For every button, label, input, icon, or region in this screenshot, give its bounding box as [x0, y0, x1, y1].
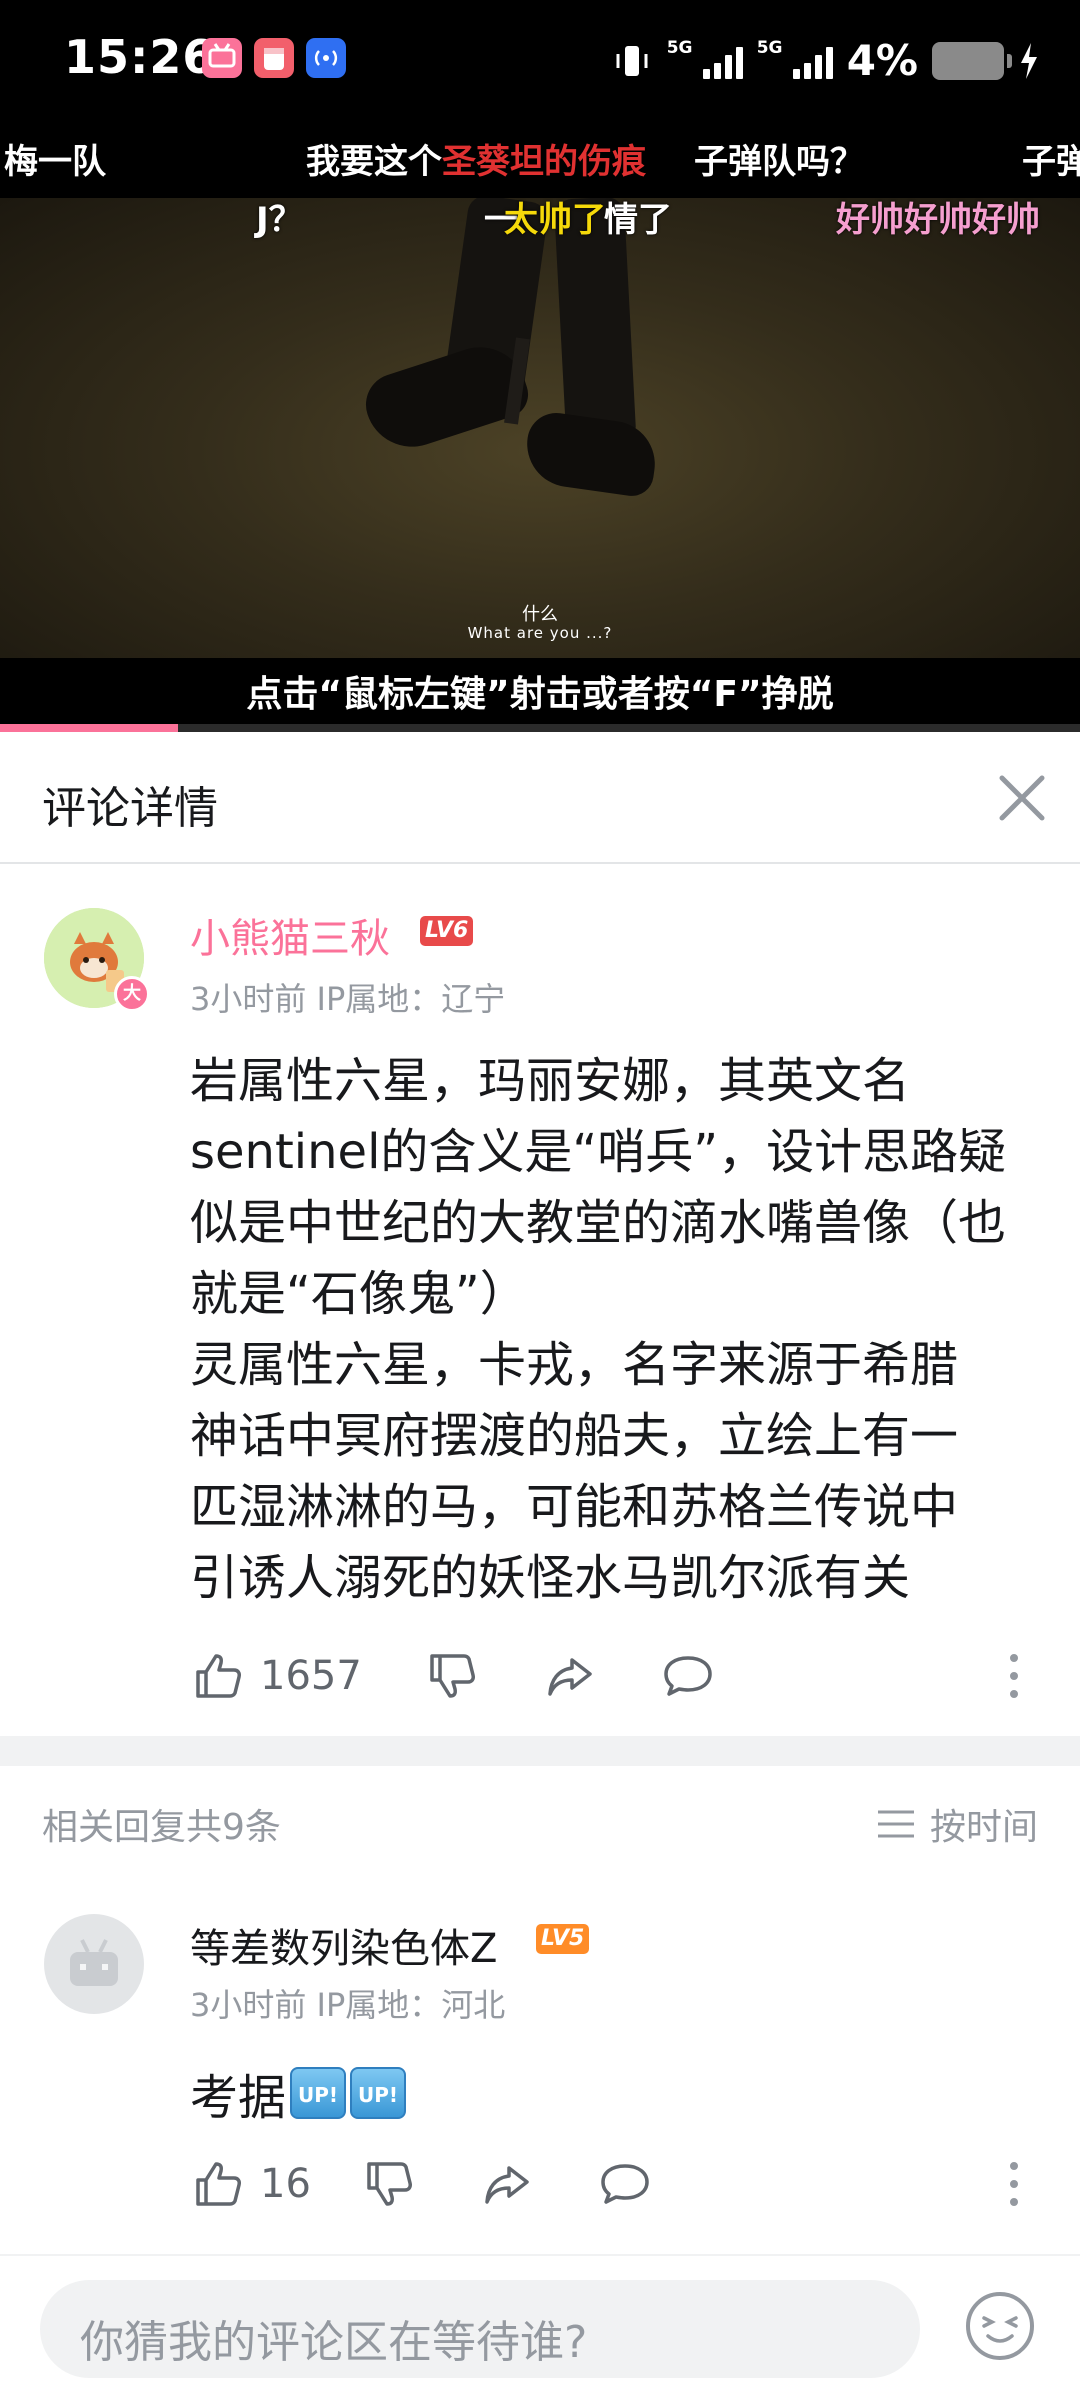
reply-content: 考据 UP! UP!: [190, 2058, 407, 2128]
hotspot-icon: [306, 38, 346, 78]
battery-icon: [932, 41, 1012, 80]
reply-actions: 16: [190, 2156, 653, 2212]
danmaku-item: 情了: [604, 200, 672, 240]
bilibili-app-icon: [202, 38, 242, 78]
network-type-1: 5G: [666, 37, 693, 58]
thumb-down-icon[interactable]: [424, 1648, 480, 1704]
avatar-badge: 大: [114, 976, 150, 1012]
emoji-icon[interactable]: [964, 2290, 1036, 2362]
avatar-badge-label: 大: [123, 983, 141, 1004]
reply-count-label: 相关回复共9条: [42, 1807, 281, 1848]
more-options-icon[interactable]: [1008, 2160, 1020, 2208]
reply-icon[interactable]: [597, 2156, 653, 2212]
status-right-group: 5G 5G 4%: [611, 36, 1040, 85]
danmaku-item: 子弹: [1022, 142, 1080, 182]
subtitle-chinese: 什么: [522, 604, 558, 625]
divider: [0, 2254, 1080, 2256]
up-emoji-icon: UP!: [350, 2067, 407, 2119]
sort-label: 按时间: [929, 1807, 1038, 1848]
comment-actions: 1657: [190, 1648, 716, 1704]
comment-input[interactable]: 你猜我的评论区在等待谁?: [40, 2280, 920, 2378]
sort-button[interactable]: 按时间: [876, 1798, 1038, 1850]
thumb-down-icon[interactable]: [361, 2156, 417, 2212]
video-player[interactable]: 梅一队 我要这个 圣葵坦的伤痕 子弹队吗？ 子弹 J？ 一 太帅了 情了 好帅好…: [0, 120, 1080, 732]
like-button[interactable]: 1657: [190, 1648, 362, 1704]
reply-like-button[interactable]: 16: [190, 2156, 311, 2212]
share-icon[interactable]: [479, 2156, 535, 2212]
vibrate-icon: [616, 45, 648, 76]
page-title: 评论详情: [42, 783, 218, 834]
status-bar: 15:26 5G 5G 4%: [0, 0, 1080, 120]
comment-content: 岩属性六星，玛丽安娜，其英文名 sentinel的含义是“哨兵”，设计思路疑 似…: [190, 1053, 1007, 1606]
signal-2-icon: 5G: [757, 39, 833, 79]
comment-input-placeholder: 你猜我的评论区在等待谁?: [80, 2317, 588, 2368]
interaction-hint: 点击“鼠标左键”射击或者按“F”挣脱: [246, 674, 834, 715]
sort-icon: [877, 1810, 914, 1838]
reply-username[interactable]: 等差数列染色体Z: [190, 1916, 497, 1974]
comment-username[interactable]: 小熊猫三秋: [190, 906, 390, 964]
share-icon[interactable]: [542, 1648, 598, 1704]
danmaku-item: J？: [256, 200, 303, 240]
video-frame: [0, 193, 1080, 658]
video-progress-fill: [0, 724, 179, 732]
danmaku-item: 我要这个: [306, 142, 442, 182]
status-time: 15:26: [64, 30, 216, 84]
signal-1-icon: 5G: [667, 39, 743, 79]
thumb-up-icon: [196, 1654, 241, 1698]
danmaku-item: 太帅了: [504, 200, 606, 240]
reply-avatar[interactable]: [44, 1914, 144, 2014]
section-divider: [0, 1736, 1080, 1766]
thumb-up-icon: [196, 2162, 241, 2206]
close-icon[interactable]: [990, 766, 1054, 830]
more-options-icon[interactable]: [1008, 1652, 1020, 1700]
danmaku-item: 梅一队: [4, 142, 106, 182]
comment-detail-header: 评论详情: [0, 732, 1080, 864]
level-badge: LV6: [420, 916, 474, 946]
like-count: 1657: [260, 1653, 362, 1699]
reply-level-badge: LV5: [536, 1924, 590, 1954]
comment-meta: 3小时前 IP属地：辽宁: [190, 980, 506, 1018]
danmaku-item: 好帅好帅好帅: [836, 200, 1040, 240]
reply-text: 考据: [190, 2070, 287, 2126]
reply-like-count: 16: [260, 2161, 311, 2207]
up-emoji-icon: UP!: [290, 2067, 347, 2119]
battery-percent: 4%: [846, 36, 918, 85]
danmaku-item: 圣葵坦的伤痕: [442, 142, 646, 182]
notes-app-icon: [254, 38, 294, 78]
danmaku-item: 子弹队吗？: [694, 142, 864, 182]
avatar[interactable]: 大: [44, 908, 150, 1012]
reply-meta: 3小时前 IP属地：河北: [190, 1986, 506, 2024]
reply-icon[interactable]: [660, 1648, 716, 1704]
subtitle-english: What are you ...?: [467, 624, 613, 642]
network-type-2: 5G: [756, 37, 783, 58]
charging-icon: [1021, 42, 1037, 79]
